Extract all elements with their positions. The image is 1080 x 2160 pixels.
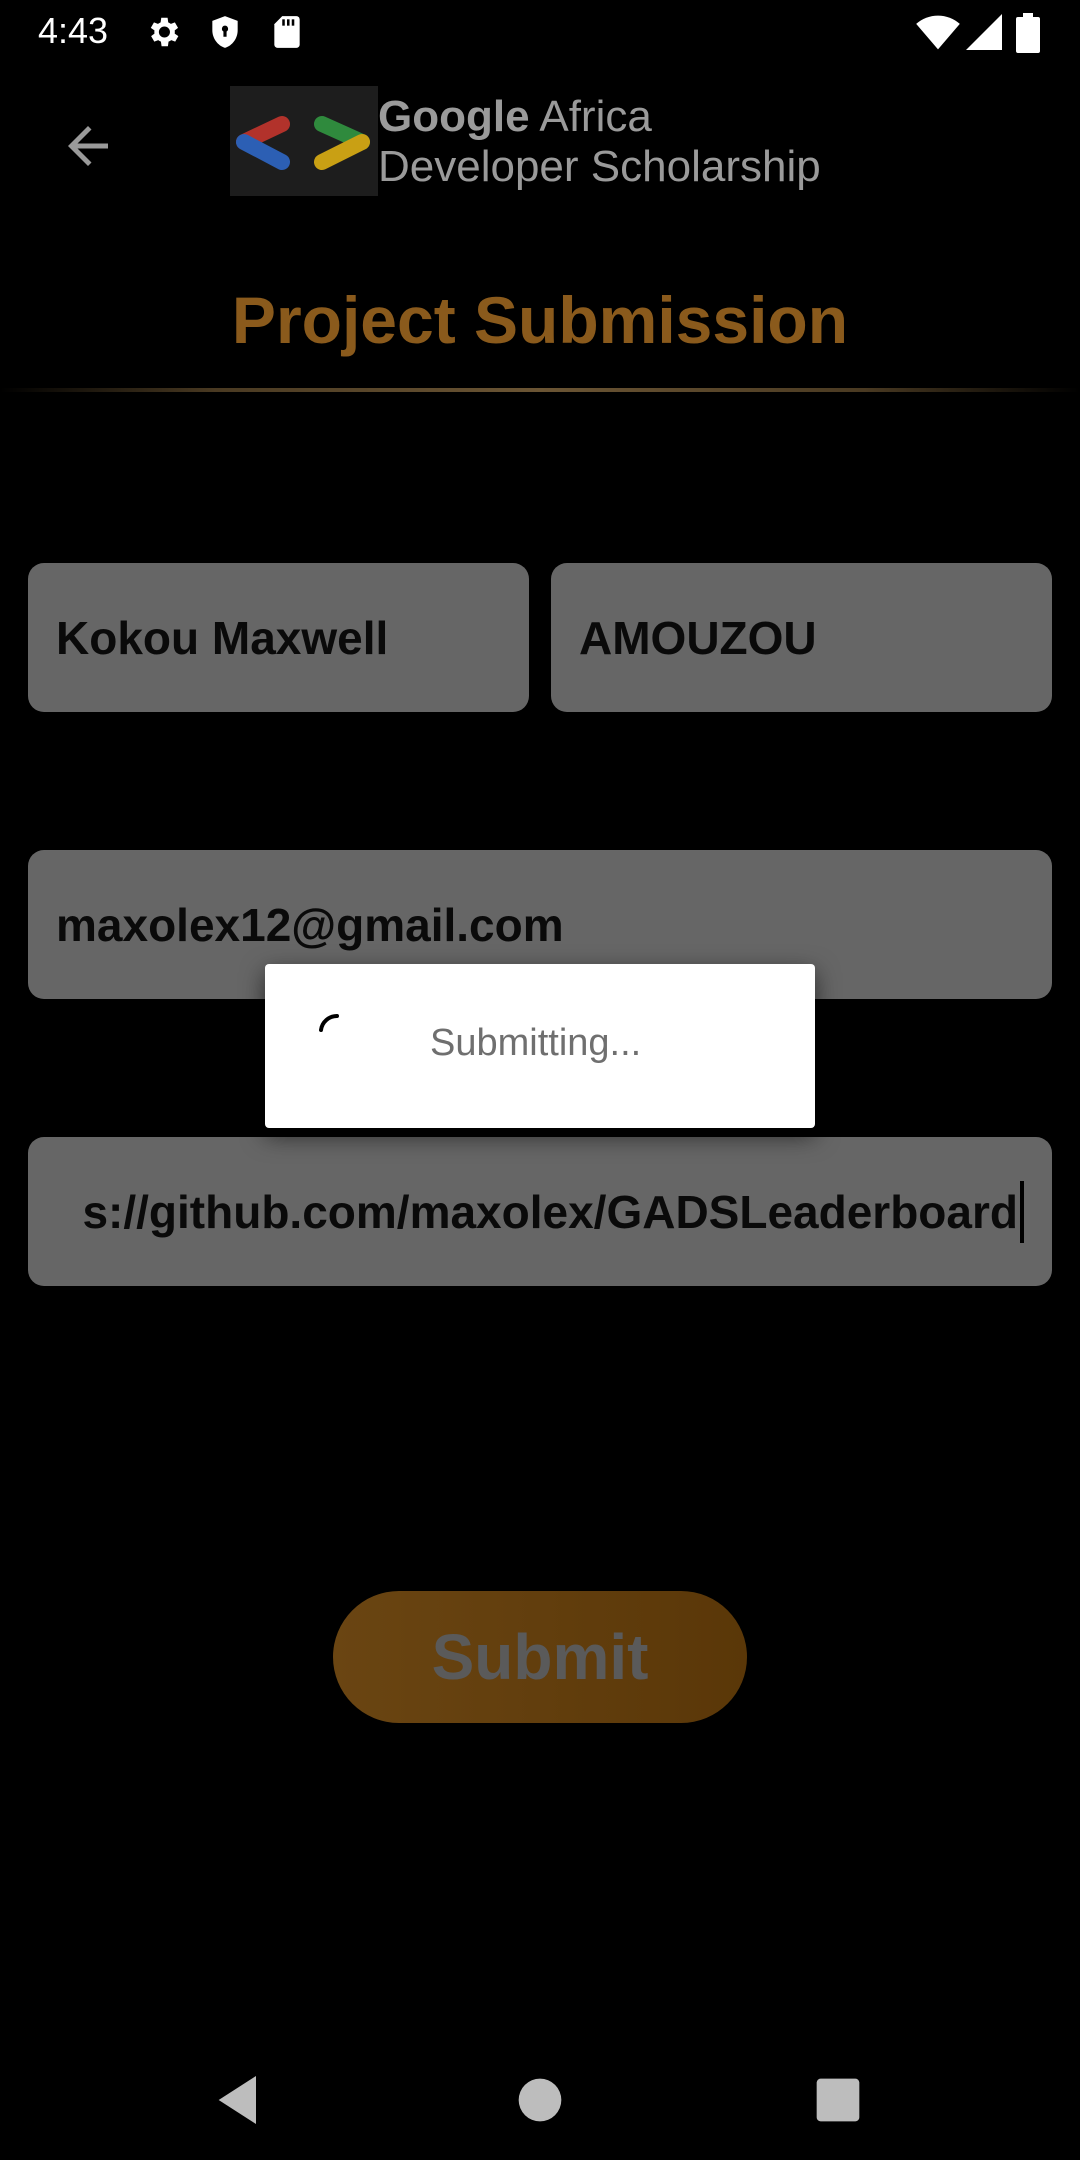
submit-button[interactable]: Submit [333, 1591, 747, 1723]
sd-card-icon [274, 16, 300, 48]
nav-bar [0, 2040, 1080, 2160]
status-time: 4:43 [38, 10, 109, 51]
logo-text: Google Africa Developer Scholarship [378, 92, 821, 192]
page-title: Project Submission [231, 283, 849, 357]
dialog-message: Submitting... [430, 1022, 642, 1064]
gads-logo [230, 86, 378, 196]
app-bar: Google Africa Developer Scholarship [0, 66, 1080, 226]
settings-icon [150, 17, 179, 47]
wifi-icon [916, 15, 960, 50]
first-name-field[interactable]: Kokou Maxwell [28, 563, 529, 712]
recents-square-icon[interactable] [806, 2068, 870, 2132]
screen: 4:43 Google Africa Developer Scholarship… [0, 0, 1080, 2160]
project-link-scroll: s://github.com/maxolex/GADSLeaderboard [82, 1180, 1024, 1243]
last-name-value: AMOUZOU [579, 611, 817, 664]
battery-icon [1016, 13, 1040, 53]
home-circle-icon[interactable] [508, 2068, 572, 2132]
logo-line-2: Developer Scholarship [378, 142, 821, 191]
status-bar: 4:43 [0, 0, 1080, 66]
shield-icon [212, 16, 238, 48]
progress-dialog: Submitting... [265, 964, 815, 1128]
first-name-value: Kokou Maxwell [56, 611, 389, 664]
title-divider [0, 388, 1080, 392]
project-link-field[interactable]: s://github.com/maxolex/GADSLeaderboard [28, 1137, 1052, 1286]
last-name-field[interactable]: AMOUZOU [551, 563, 1052, 712]
email-value: maxolex12@gmail.com [56, 898, 564, 951]
loading-spinner-icon [319, 1013, 339, 1032]
back-triangle-icon[interactable] [208, 2068, 272, 2132]
text-cursor [1020, 1180, 1024, 1243]
signal-icon [966, 14, 1002, 50]
code-brackets-icon [236, 116, 370, 170]
logo-line-1: Google Africa [378, 92, 652, 141]
arrow-left-icon[interactable] [58, 116, 118, 176]
project-link-value: s://github.com/maxolex/GADSLeaderboard [82, 1185, 1018, 1238]
